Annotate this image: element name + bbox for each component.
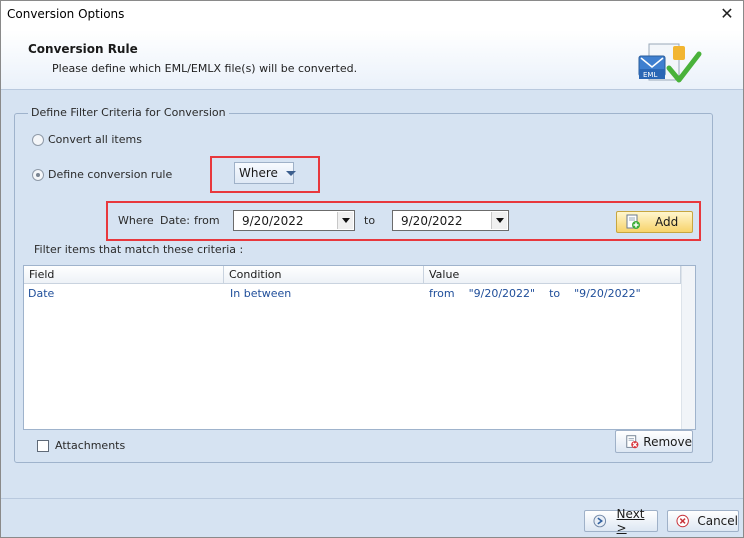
table-row[interactable]: Date In between from "9/20/2022" to "9/2… bbox=[24, 285, 695, 303]
radio-convert-all[interactable]: Convert all items bbox=[32, 133, 142, 146]
criteria-where-label: Where bbox=[118, 214, 154, 227]
attachments-checkbox[interactable] bbox=[37, 439, 49, 452]
from-date-dropdown-icon[interactable] bbox=[337, 212, 353, 229]
row-condition: In between bbox=[230, 287, 292, 300]
column-header-field[interactable]: Field bbox=[24, 266, 224, 284]
from-date-value: 9/20/2022 bbox=[242, 213, 304, 228]
criteria-list[interactable]: Field Condition Value Date In between fr… bbox=[23, 265, 696, 430]
rule-type-label: Where bbox=[239, 166, 278, 180]
criteria-from-label: from bbox=[194, 214, 220, 227]
next-button-label: Next > bbox=[616, 507, 645, 535]
rule-type-dropdown[interactable]: Where bbox=[234, 162, 296, 184]
cancel-icon bbox=[676, 514, 689, 528]
add-document-icon bbox=[626, 214, 640, 229]
radio-define-rule[interactable]: Define conversion rule bbox=[32, 168, 172, 181]
conversion-options-dialog: Conversion Options ✕ Conversion Rule Ple… bbox=[0, 0, 744, 538]
from-date-picker[interactable]: 9/20/2022 bbox=[233, 210, 355, 231]
to-date-dropdown-icon[interactable] bbox=[491, 212, 507, 229]
attachments-checkbox-row[interactable]: Attachments bbox=[37, 439, 125, 452]
remove-button-label: Remove bbox=[643, 434, 692, 449]
criteria-to-label: to bbox=[364, 214, 376, 227]
row-value: from "9/20/2022" to "9/20/2022" bbox=[429, 287, 641, 300]
chevron-down-icon bbox=[285, 170, 296, 176]
criteria-list-header: Field Condition Value bbox=[24, 266, 695, 284]
radio-define-rule-circle[interactable] bbox=[32, 168, 44, 181]
to-date-value: 9/20/2022 bbox=[401, 213, 463, 228]
list-caption: Filter items that match these criteria : bbox=[34, 243, 244, 256]
attachments-label: Attachments bbox=[55, 439, 126, 452]
cancel-button[interactable]: Cancel bbox=[667, 510, 739, 532]
remove-button[interactable]: Remove bbox=[615, 430, 693, 453]
remove-document-icon bbox=[626, 434, 639, 448]
title-bar: Conversion Options ✕ bbox=[1, 1, 743, 30]
window-title: Conversion Options bbox=[7, 7, 125, 21]
header-title: Conversion Rule bbox=[28, 42, 138, 56]
arrow-right-icon bbox=[593, 514, 607, 528]
close-icon[interactable]: ✕ bbox=[719, 6, 735, 22]
header-subtitle: Please define which EML/EMLX file(s) wil… bbox=[52, 62, 358, 75]
radio-convert-all-circle[interactable] bbox=[32, 133, 44, 146]
cancel-button-label: Cancel bbox=[697, 514, 738, 528]
radio-convert-all-label: Convert all items bbox=[48, 133, 142, 146]
criteria-list-scrollbar[interactable] bbox=[681, 266, 695, 429]
to-date-picker[interactable]: 9/20/2022 bbox=[392, 210, 509, 231]
footer-divider bbox=[1, 498, 743, 499]
column-header-condition[interactable]: Condition bbox=[224, 266, 424, 284]
next-button[interactable]: Next > bbox=[584, 507, 658, 535]
add-criteria-button[interactable]: Add bbox=[616, 211, 693, 233]
criteria-field-label: Date: bbox=[160, 214, 190, 227]
eml-conversion-logo-icon: EML bbox=[638, 43, 702, 83]
logo-text: EML bbox=[643, 71, 657, 79]
column-header-value[interactable]: Value bbox=[424, 266, 681, 284]
filter-criteria-legend: Define Filter Criteria for Conversion bbox=[28, 106, 229, 119]
row-field: Date bbox=[28, 287, 55, 300]
header-panel: Conversion Rule Please define which EML/… bbox=[1, 30, 743, 90]
radio-define-rule-label: Define conversion rule bbox=[48, 168, 173, 181]
add-button-label: Add bbox=[655, 215, 679, 229]
